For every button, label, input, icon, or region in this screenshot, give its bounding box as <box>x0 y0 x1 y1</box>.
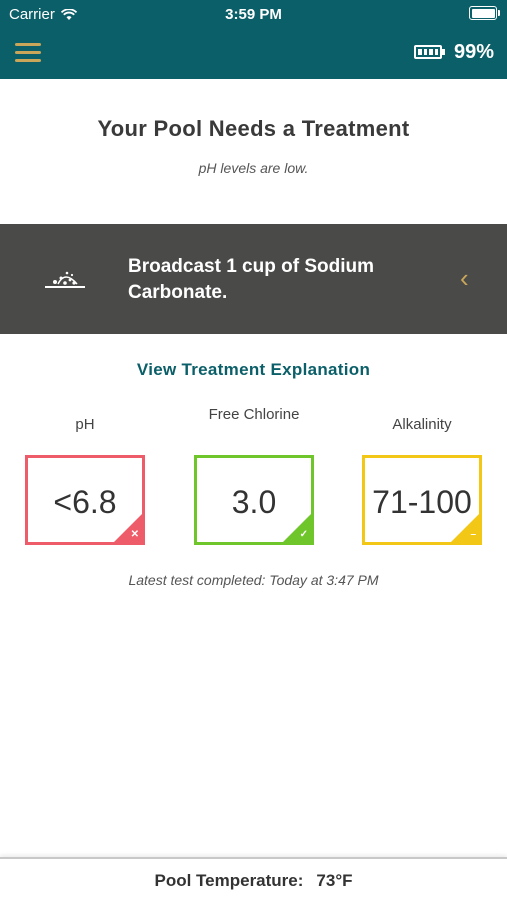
metric-box-alkalinity[interactable]: 71-100 – <box>362 455 482 545</box>
check-icon: ✓ <box>299 529 308 540</box>
view-treatment-explanation-link[interactable]: View Treatment Explanation <box>0 360 507 380</box>
treatment-instruction: Broadcast 1 cup of Sodium Carbonate. <box>128 256 374 303</box>
pool-temperature-label: Pool Temperature: <box>154 870 304 890</box>
status-battery-icon <box>469 6 500 20</box>
metric-label-ph: pH <box>75 416 95 433</box>
metric-box-ph[interactable]: <6.8 ✕ <box>25 455 145 545</box>
minus-icon: – <box>470 529 476 540</box>
pool-temperature-footer: Pool Temperature: 73°F <box>0 857 507 902</box>
pool-temperature-value: 73°F <box>316 870 353 890</box>
page-subtitle: pH levels are low. <box>198 160 309 176</box>
app-header: Carrier 3:59 PM 99% <box>0 0 507 79</box>
metric-label-alkalinity: Alkalinity <box>392 416 452 433</box>
chemical-pour-icon <box>45 271 85 288</box>
device-battery-percent: 99% <box>454 41 495 63</box>
page-title: Your Pool Needs a Treatment <box>97 116 410 141</box>
device-battery-icon <box>414 45 445 59</box>
menu-button[interactable] <box>15 43 41 63</box>
metric-label-free-chlorine: Free Chlorine <box>208 406 300 423</box>
metric-box-free-chlorine[interactable]: 3.0 ✓ <box>194 455 314 545</box>
menu-icon <box>15 43 41 46</box>
latest-test-timestamp: Latest test completed: Today at 3:47 PM <box>128 572 379 588</box>
close-icon: ✕ <box>130 529 139 540</box>
chevron-left-icon[interactable]: ‹ <box>460 265 469 291</box>
status-time: 3:59 PM <box>225 6 282 23</box>
